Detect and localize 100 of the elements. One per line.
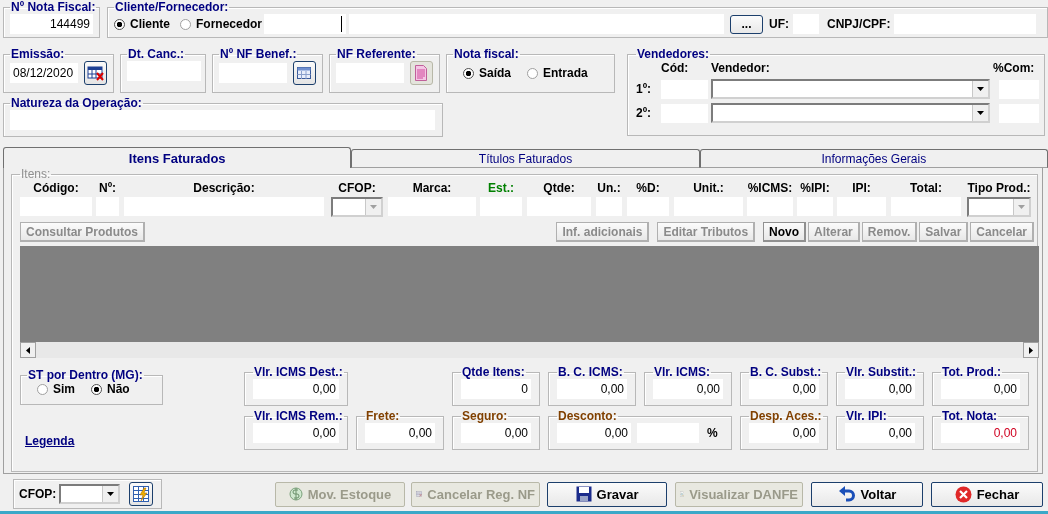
column-label: %IPI: [799,181,831,197]
cnpj-label: CNPJ/CPF: [827,17,891,31]
legenda-link[interactable]: Legenda [25,434,244,448]
percent-label: % [707,426,718,440]
radio-button[interactable] [180,18,191,30]
tab[interactable]: Títulos Faturados [351,149,700,168]
group-label: Vlr. IPI: [845,410,888,423]
column-label: Unit.: [692,181,725,197]
group-label: B. C. Subst.: [749,366,823,379]
calendar-icon [297,67,312,79]
caret-icon [977,111,984,115]
radio-button[interactable] [91,383,102,395]
row-label: 2º: [636,106,653,120]
group-label: Vlr. Substit.: [845,366,917,379]
code-field[interactable] [264,14,347,34]
radio-label: Cliente [130,17,170,31]
group-label: Vendedores: [636,48,711,61]
group-label: Vlr. ICMS Dest.: [253,366,344,379]
caret-icon [977,87,984,91]
amount-field[interactable]: 0,00 [845,423,915,443]
column-header: Vendedor: [711,61,771,75]
column-label: Nº: [97,181,117,197]
arrow-left-icon [26,346,30,354]
document-icon [415,65,428,81]
group-label: Dt. Canc.: [127,48,185,61]
group-label: Tot. Prod.: [941,366,1003,379]
column-label: Marca: [411,181,453,197]
column-header: %Com: [993,61,1036,75]
group-label: Tot. Nota: [941,410,999,423]
amount-field[interactable]: 0,00 [365,423,435,443]
column-label: Total: [909,181,943,197]
group-label: Seguro: [461,410,509,423]
caret-icon [1018,205,1025,209]
amount-field[interactable]: 0,00 [845,379,915,399]
radio-label: Sim [53,382,75,396]
tab[interactable]: Informações Gerais [699,149,1048,168]
action-button[interactable]: Voltar [811,481,923,507]
group-label: NF Referente: [336,48,417,61]
cfop-dropdown[interactable] [59,484,121,504]
group-label: Vlr. ICMS Rem.: [253,410,344,423]
column-label: Est.: [487,181,515,197]
caret-icon [107,492,115,496]
column-label: IPI: [851,181,872,197]
group-label: Desp. Aces.: [749,410,823,423]
column-label: %ICMS: [747,181,793,197]
item-dropdown[interactable] [967,197,1031,217]
amount-field[interactable]: 0,00 [941,379,1020,399]
invoice-number-field[interactable]: 144499 [10,14,93,34]
radio-button[interactable] [463,67,474,79]
action-button[interactable]: Gravar [547,481,667,507]
browse-button[interactable]: ... [730,14,764,34]
arrow-right-icon [1029,346,1033,354]
calendar-clear-button[interactable] [84,61,107,85]
amount-field[interactable]: 0,00 [653,379,723,399]
caret-icon [370,205,377,209]
amount-field[interactable]: 0,00 [557,423,631,443]
group-label: Desconto: [557,410,618,423]
row-label: 1º: [636,82,653,96]
undo-arrow-icon [837,485,856,503]
group-label: ST por Dentro (MG): [27,369,144,382]
item-action-button[interactable]: Novo [763,222,807,242]
document-button[interactable] [409,61,433,85]
close-icon [954,485,972,503]
calendar-x-icon [86,65,105,81]
amount-field[interactable]: 0 [461,379,531,399]
amount-field[interactable]: 0,00 [253,379,339,399]
radio-label: Fornecedor [196,17,263,31]
column-label: Descrição: [192,181,256,197]
amount-field[interactable]: 0,00 [253,423,339,443]
column-label: %D: [635,181,661,197]
cfop-label: CFOP: [19,487,57,501]
group-label: Natureza da Operação: [10,97,143,110]
amount-field[interactable]: 0,00 [461,423,531,443]
group-label: Nº Nota Fiscal: [10,1,97,14]
vendedor-dropdown[interactable] [711,103,990,123]
radio-button[interactable] [527,67,538,79]
column-label: Un.: [596,181,622,197]
radio-button[interactable] [114,18,125,30]
item-dropdown[interactable] [331,197,383,217]
amount-field[interactable]: 0,00 [749,423,819,443]
amount-field[interactable]: 0,00 [557,379,627,399]
amount-field[interactable]: 0,00 [749,379,819,399]
amount-field[interactable]: 0,00 [941,423,1020,443]
radio-label: Saída [479,66,511,80]
lightning-grid-button[interactable] [129,482,154,506]
action-button[interactable]: Fechar [931,481,1043,507]
date-field[interactable]: 08/12/2020 [10,63,79,83]
column-header: Cód: [661,61,690,75]
tab[interactable]: Itens Faturados [3,147,352,168]
group-label: Itens: [20,168,52,181]
group-label: Nota fiscal: [453,48,520,61]
uf-label: UF: [769,17,790,31]
grid-lightning-icon [133,486,150,502]
radio-label: Não [107,382,130,396]
vendedor-dropdown[interactable] [711,79,990,99]
calendar-button[interactable] [292,61,316,85]
horizontal-scrollbar[interactable] [20,342,1039,358]
money-icon [288,485,303,503]
radio-button[interactable] [37,383,48,395]
radio-label: Entrada [543,66,588,80]
